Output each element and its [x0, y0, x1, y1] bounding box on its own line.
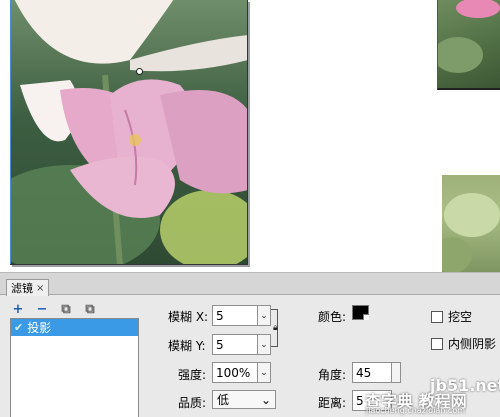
- lotus-image-art: [10, 0, 247, 264]
- quality-select[interactable]: 低 ⌄: [212, 390, 276, 409]
- strength-input[interactable]: 100%: [212, 362, 258, 383]
- color-label: 颜色:: [318, 310, 347, 324]
- blur-y-input[interactable]: 5: [212, 334, 258, 355]
- knockout-checkbox[interactable]: [431, 311, 443, 323]
- quality-select-value: 低: [217, 393, 230, 407]
- blur-y-dropdown[interactable]: ⌄: [257, 334, 271, 355]
- quality-label: 品质:: [178, 396, 207, 410]
- knockout-label: 挖空: [448, 310, 473, 324]
- add-filter-icon[interactable]: +: [10, 301, 26, 317]
- chevron-down-icon: ⌄: [260, 392, 271, 407]
- inner-shadow-label: 内侧阴影: [448, 337, 497, 351]
- blur-x-input[interactable]: 5: [212, 305, 258, 326]
- tab-filters-label: 滤镜: [11, 282, 33, 295]
- thumbnail-art-top: [438, 0, 500, 73]
- blur-x-dropdown[interactable]: ⌄: [257, 305, 271, 326]
- thumbnail-art-bottom: [442, 193, 500, 272]
- lock-icon[interactable]: 🔒︎: [273, 323, 278, 333]
- close-icon[interactable]: ×: [36, 283, 44, 294]
- blur-y-label: 模糊 Y:: [168, 339, 206, 353]
- canvas-stage: [0, 0, 500, 272]
- copy-filter-icon[interactable]: ⧉: [58, 301, 74, 317]
- panel-tab-bar: 滤镜 ×: [0, 273, 500, 296]
- tab-filters[interactable]: 滤镜 ×: [6, 279, 50, 296]
- transform-point-handle[interactable]: [136, 68, 143, 75]
- angle-label: 角度:: [318, 368, 347, 382]
- selected-lotus-image[interactable]: [10, 0, 248, 265]
- paste-filter-icon[interactable]: ⧉: [82, 301, 98, 317]
- angle-input[interactable]: 45: [352, 362, 392, 383]
- strength-label: 强度:: [178, 368, 207, 382]
- watermark-url: jiaocheng.chazidian.com: [366, 406, 466, 415]
- angle-stepper[interactable]: [391, 362, 401, 383]
- strength-dropdown[interactable]: ⌄: [257, 362, 271, 383]
- remove-filter-icon[interactable]: −: [34, 301, 50, 317]
- lotus-thumbnail-bottom-right[interactable]: [442, 175, 500, 272]
- blur-x-label: 模糊 X:: [168, 310, 209, 324]
- filter-item-label: 投影: [27, 321, 52, 335]
- check-icon[interactable]: ✔: [14, 321, 23, 334]
- filter-item-drop-shadow[interactable]: ✔ 投影: [11, 319, 138, 336]
- distance-label: 距离:: [318, 396, 347, 410]
- lotus-thumbnail-top-right[interactable]: [437, 0, 500, 90]
- inner-shadow-checkbox[interactable]: [431, 338, 443, 350]
- shadow-color-swatch[interactable]: [352, 305, 369, 320]
- filter-list: ✔ 投影: [10, 318, 139, 417]
- selection-edge: [10, 0, 11, 264]
- filter-toolbar: + − ⧉ ⧉: [10, 300, 98, 318]
